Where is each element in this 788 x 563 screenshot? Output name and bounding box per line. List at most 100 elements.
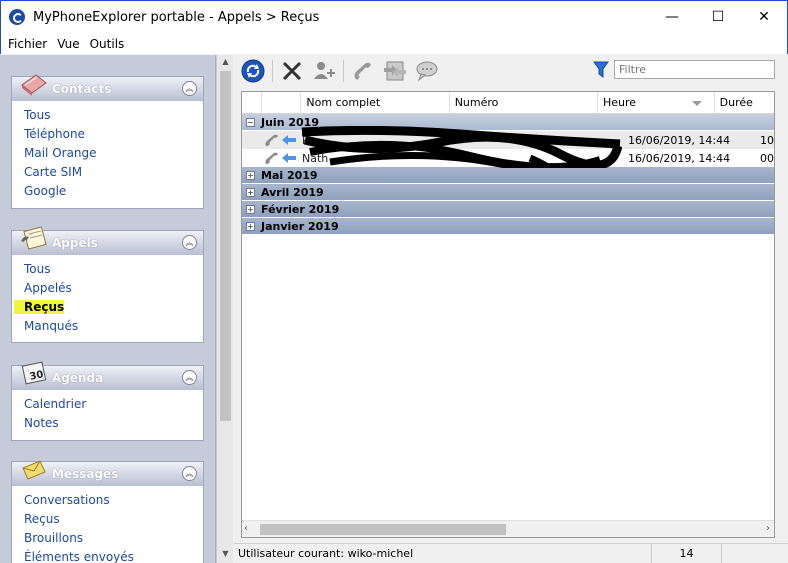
- expand-plus-icon[interactable]: +: [246, 221, 255, 231]
- sidebar: Contacts ︽ Tous Téléphone Mail Orange Ca…: [0, 55, 216, 563]
- row-duration: 10:: [760, 133, 774, 147]
- phone-handset-icon: [265, 152, 278, 164]
- delete-button[interactable]: [279, 58, 305, 84]
- sidebar-item-agenda-calendrier[interactable]: Calendrier: [24, 395, 191, 414]
- scroll-right-icon[interactable]: ›: [766, 523, 770, 534]
- column-header-numero[interactable]: Numéro: [450, 92, 598, 114]
- sidebar-item-contacts-google[interactable]: Google: [24, 182, 191, 201]
- phone-list-icon: [21, 226, 47, 250]
- horizontal-scrollbar[interactable]: ‹ ›: [242, 520, 774, 537]
- sidebar-item-contacts-carte-sim[interactable]: Carte SIM: [24, 163, 191, 182]
- scroll-left-icon[interactable]: ‹: [244, 523, 248, 534]
- row-duration: 00:: [760, 151, 774, 165]
- agenda-panel-header[interactable]: 30 Agenda ︽: [12, 361, 203, 390]
- status-count: 14: [652, 543, 722, 563]
- sidebar-item-messages-brouillons[interactable]: Brouillons: [24, 529, 191, 548]
- calendar-30-icon: 30: [21, 361, 47, 385]
- toolbar-separator: [272, 60, 273, 82]
- chevron-up-icon[interactable]: ︽: [182, 370, 197, 385]
- group-label: Février 2019: [261, 202, 340, 216]
- title-bar: MyPhoneExplorer portable - Appels > Reçu…: [0, 0, 788, 33]
- sidebar-item-contacts-tous[interactable]: Tous: [24, 106, 191, 125]
- sidebar-item-messages-envoyes[interactable]: Éléments envoyés: [24, 548, 191, 563]
- status-current-user: Utilisateur courant: wiko-michel: [234, 543, 652, 563]
- menu-outils[interactable]: Outils: [85, 37, 130, 51]
- window-controls: — ☐ ✕: [649, 1, 787, 33]
- sidebar-item-appels-recus[interactable]: Reçus: [14, 298, 64, 317]
- phone-handset-icon: [265, 134, 278, 146]
- speech-bubble-icon: [416, 61, 438, 82]
- group-label: Avril 2019: [261, 185, 324, 199]
- column-header-heure[interactable]: Heure: [598, 92, 715, 114]
- refresh-button[interactable]: [240, 58, 266, 84]
- grid-header: Nom complet Numéro Heure Durée: [242, 92, 774, 114]
- appels-panel: Appels ︽ Tous Appelés Reçus Manqués: [11, 226, 204, 343]
- toolbar-separator: [343, 60, 344, 82]
- sidebar-item-contacts-telephone[interactable]: Téléphone: [24, 125, 191, 144]
- sidebar-item-messages-recus[interactable]: Reçus: [24, 510, 191, 529]
- delete-x-icon: [282, 61, 302, 81]
- scroll-down-icon[interactable]: ▼: [217, 549, 234, 561]
- contacts-panel-title: Contacts: [52, 82, 112, 96]
- scroll-up-icon[interactable]: ▲: [217, 57, 234, 69]
- sidebar-item-appels-appeles[interactable]: Appelés: [24, 279, 191, 298]
- messages-panel-header[interactable]: Messages ︽: [12, 460, 203, 486]
- sidebar-scrollbar[interactable]: ▲ ▼: [216, 55, 233, 563]
- menu-fichier[interactable]: Fichier: [3, 37, 52, 51]
- maximize-button[interactable]: ☐: [695, 1, 741, 33]
- expand-plus-icon[interactable]: +: [246, 170, 255, 180]
- refresh-icon: [241, 59, 265, 83]
- group-row-mai-2019[interactable]: + Mai 2019: [242, 167, 774, 184]
- window-title: MyPhoneExplorer portable - Appels > Reçu…: [33, 9, 320, 25]
- column-header-type[interactable]: [262, 92, 302, 114]
- group-row-fevrier-2019[interactable]: + Février 2019: [242, 201, 774, 218]
- chevron-up-icon[interactable]: ︽: [182, 81, 197, 96]
- appels-panel-header[interactable]: Appels ︽: [12, 226, 203, 255]
- phone-handset-icon: [354, 62, 371, 80]
- sidebar-item-appels-manques[interactable]: Manqués: [24, 317, 191, 336]
- message-button[interactable]: [414, 58, 440, 84]
- row-date: 16/06/2019, 14:44: [628, 133, 731, 147]
- group-row-janvier-2019[interactable]: + Janvier 2019: [242, 218, 774, 235]
- chevron-up-icon[interactable]: ︽: [182, 235, 197, 250]
- filter-funnel-icon[interactable]: [593, 61, 609, 79]
- status-bar: Utilisateur courant: wiko-michel 14: [234, 543, 788, 563]
- sidebar-item-contacts-mail-orange[interactable]: Mail Orange: [24, 144, 191, 163]
- menu-bar: Fichier Vue Outils: [0, 33, 788, 54]
- envelope-icon: [22, 460, 46, 480]
- agenda-panel: 30 Agenda ︽ Calendrier Notes: [11, 361, 204, 441]
- minimize-button[interactable]: —: [649, 1, 695, 33]
- transfer-button[interactable]: [382, 58, 408, 84]
- contacts-book-icon: [21, 74, 47, 96]
- contacts-panel-header[interactable]: Contacts ︽: [12, 74, 203, 101]
- collapse-minus-icon[interactable]: −: [246, 117, 255, 127]
- add-user-icon: [314, 62, 335, 79]
- incoming-arrow-icon: [282, 135, 296, 145]
- toolbar: [234, 55, 788, 87]
- group-row-avril-2019[interactable]: + Avril 2019: [242, 184, 774, 201]
- column-header-select[interactable]: [242, 92, 262, 114]
- sort-desc-icon: [691, 101, 702, 106]
- call-button[interactable]: [350, 58, 376, 84]
- column-header-duree[interactable]: Durée: [715, 92, 774, 114]
- agenda-panel-title: Agenda: [52, 371, 104, 385]
- add-contact-button[interactable]: [311, 58, 337, 84]
- expand-plus-icon[interactable]: +: [246, 204, 255, 214]
- sync-transfer-icon: [384, 61, 406, 81]
- scrollbar-thumb[interactable]: [260, 524, 506, 535]
- filter-input[interactable]: [614, 60, 775, 79]
- group-label: Mai 2019: [261, 168, 318, 182]
- sidebar-item-agenda-notes[interactable]: Notes: [24, 414, 191, 433]
- group-label: Janvier 2019: [261, 219, 339, 233]
- sidebar-item-appels-tous[interactable]: Tous: [24, 260, 191, 279]
- column-header-nom[interactable]: Nom complet: [301, 92, 450, 114]
- redaction-scribble: [301, 126, 622, 168]
- expand-plus-icon[interactable]: +: [246, 187, 255, 197]
- contacts-panel: Contacts ︽ Tous Téléphone Mail Orange Ca…: [11, 74, 204, 209]
- sidebar-item-messages-conversations[interactable]: Conversations: [24, 491, 191, 510]
- menu-vue[interactable]: Vue: [52, 37, 84, 51]
- close-button[interactable]: ✕: [741, 1, 787, 33]
- column-header-heure-label: Heure: [602, 96, 637, 109]
- chevron-up-icon[interactable]: ︽: [182, 466, 197, 481]
- scrollbar-thumb[interactable]: [220, 71, 231, 421]
